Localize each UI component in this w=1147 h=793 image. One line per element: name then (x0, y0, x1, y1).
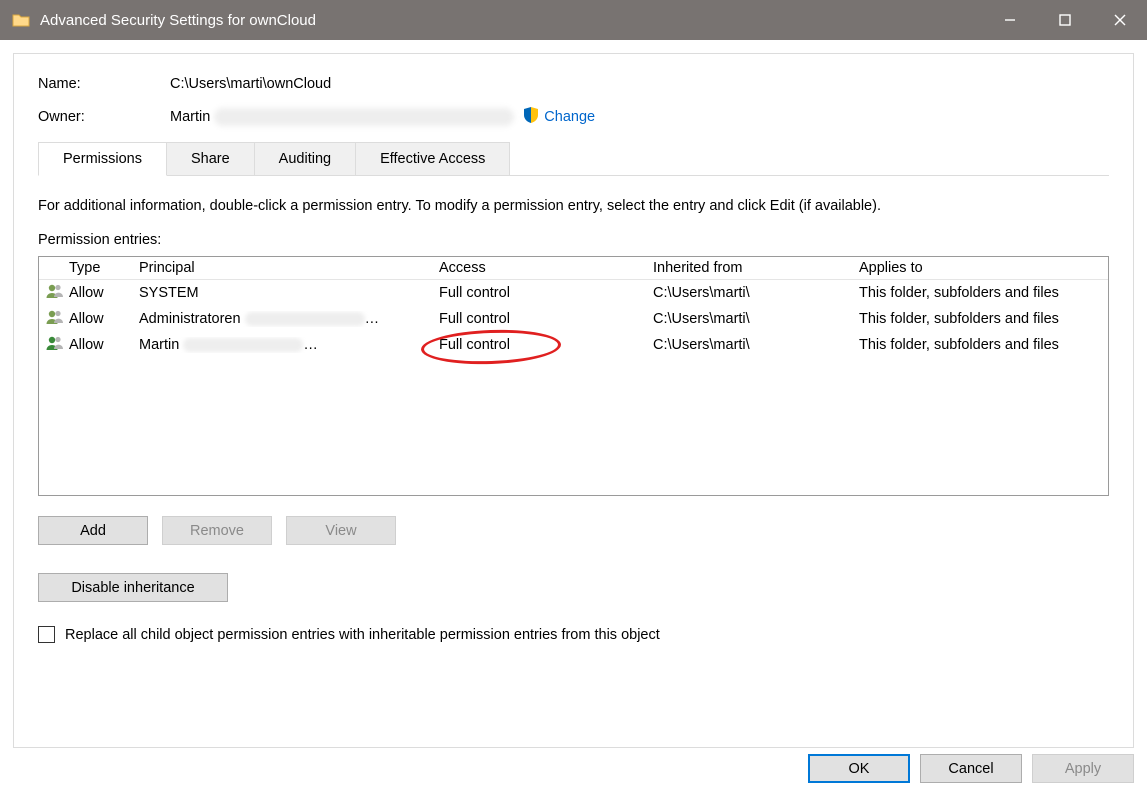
col-applies[interactable]: Applies to (859, 260, 1102, 276)
ok-button[interactable]: OK (808, 754, 910, 783)
row-inherited: C:\Users\marti\ (653, 285, 859, 301)
window-title: Advanced Security Settings for ownCloud (40, 12, 982, 29)
owner-row: Owner: Martin Change (38, 106, 1109, 128)
replace-entries-row[interactable]: Replace all child object permission entr… (38, 626, 1109, 643)
row-type: Allow (69, 311, 139, 327)
principal-redacted (245, 312, 365, 326)
owner-label: Owner: (38, 109, 170, 125)
row-applies: This folder, subfolders and files (859, 285, 1102, 301)
close-button[interactable] (1092, 0, 1147, 40)
col-inherited[interactable]: Inherited from (653, 260, 859, 276)
dialog-buttons: OK Cancel Apply (808, 754, 1134, 783)
col-principal[interactable]: Principal (139, 260, 439, 276)
titlebar: Advanced Security Settings for ownCloud (0, 0, 1147, 40)
shield-icon (522, 106, 540, 128)
grid-header: Type Principal Access Inherited from App… (39, 257, 1108, 280)
permissions-grid[interactable]: Type Principal Access Inherited from App… (38, 256, 1109, 496)
replace-label: Replace all child object permission entr… (65, 627, 660, 643)
tab-auditing[interactable]: Auditing (255, 142, 356, 175)
cancel-button[interactable]: Cancel (920, 754, 1022, 783)
name-row: Name: C:\Users\marti\ownCloud (38, 76, 1109, 92)
disable-inheritance-button[interactable]: Disable inheritance (38, 573, 228, 602)
window: Advanced Security Settings for ownCloud … (0, 0, 1147, 793)
row-type: Allow (69, 337, 139, 353)
col-type[interactable]: Type (69, 260, 139, 276)
name-value: C:\Users\marti\ownCloud (170, 76, 331, 92)
replace-checkbox[interactable] (38, 626, 55, 643)
tabs: Permissions Share Auditing Effective Acc… (38, 142, 1109, 176)
remove-button[interactable]: Remove (162, 516, 272, 545)
row-inherited: C:\Users\marti\ (653, 337, 859, 353)
change-owner[interactable]: Change (522, 106, 595, 128)
table-row[interactable]: AllowAdministratoren …Full controlC:\Use… (39, 306, 1108, 332)
user-icon (45, 283, 69, 303)
change-link[interactable]: Change (544, 109, 595, 125)
entries-label: Permission entries: (38, 232, 1109, 248)
highlight-ellipse (420, 328, 561, 367)
disable-inheritance-row: Disable inheritance (38, 573, 1109, 602)
apply-button[interactable]: Apply (1032, 754, 1134, 783)
table-row[interactable]: AllowMartin …Full controlC:\Users\marti\… (39, 332, 1108, 358)
entry-buttons: Add Remove View (38, 516, 1109, 545)
info-text: For additional information, double-click… (38, 198, 1109, 214)
row-applies: This folder, subfolders and files (859, 311, 1102, 327)
row-access: Full control (439, 337, 653, 353)
minimize-button[interactable] (982, 0, 1037, 40)
row-principal: Administratoren … (139, 311, 439, 327)
row-access: Full control (439, 311, 653, 327)
user-icon (45, 335, 69, 355)
table-row[interactable]: AllowSYSTEM Full controlC:\Users\marti\T… (39, 280, 1108, 306)
row-inherited: C:\Users\marti\ (653, 311, 859, 327)
view-button[interactable]: View (286, 516, 396, 545)
owner-value: Martin (170, 109, 210, 125)
tab-permissions[interactable]: Permissions (38, 142, 167, 176)
tab-share[interactable]: Share (167, 142, 255, 175)
row-access: Full control (439, 285, 653, 301)
maximize-button[interactable] (1037, 0, 1092, 40)
row-principal: Martin … (139, 337, 439, 353)
row-type: Allow (69, 285, 139, 301)
main-panel: Name: C:\Users\marti\ownCloud Owner: Mar… (13, 53, 1134, 748)
name-label: Name: (38, 76, 170, 92)
client-area: Name: C:\Users\marti\ownCloud Owner: Mar… (0, 40, 1147, 793)
row-principal: SYSTEM (139, 285, 439, 301)
col-access[interactable]: Access (439, 260, 653, 276)
principal-redacted (183, 338, 303, 352)
folder-icon (12, 13, 30, 27)
window-controls (982, 0, 1147, 40)
row-applies: This folder, subfolders and files (859, 337, 1102, 353)
add-button[interactable]: Add (38, 516, 148, 545)
user-icon (45, 309, 69, 329)
owner-redacted (214, 108, 514, 126)
tab-effective-access[interactable]: Effective Access (356, 142, 510, 175)
